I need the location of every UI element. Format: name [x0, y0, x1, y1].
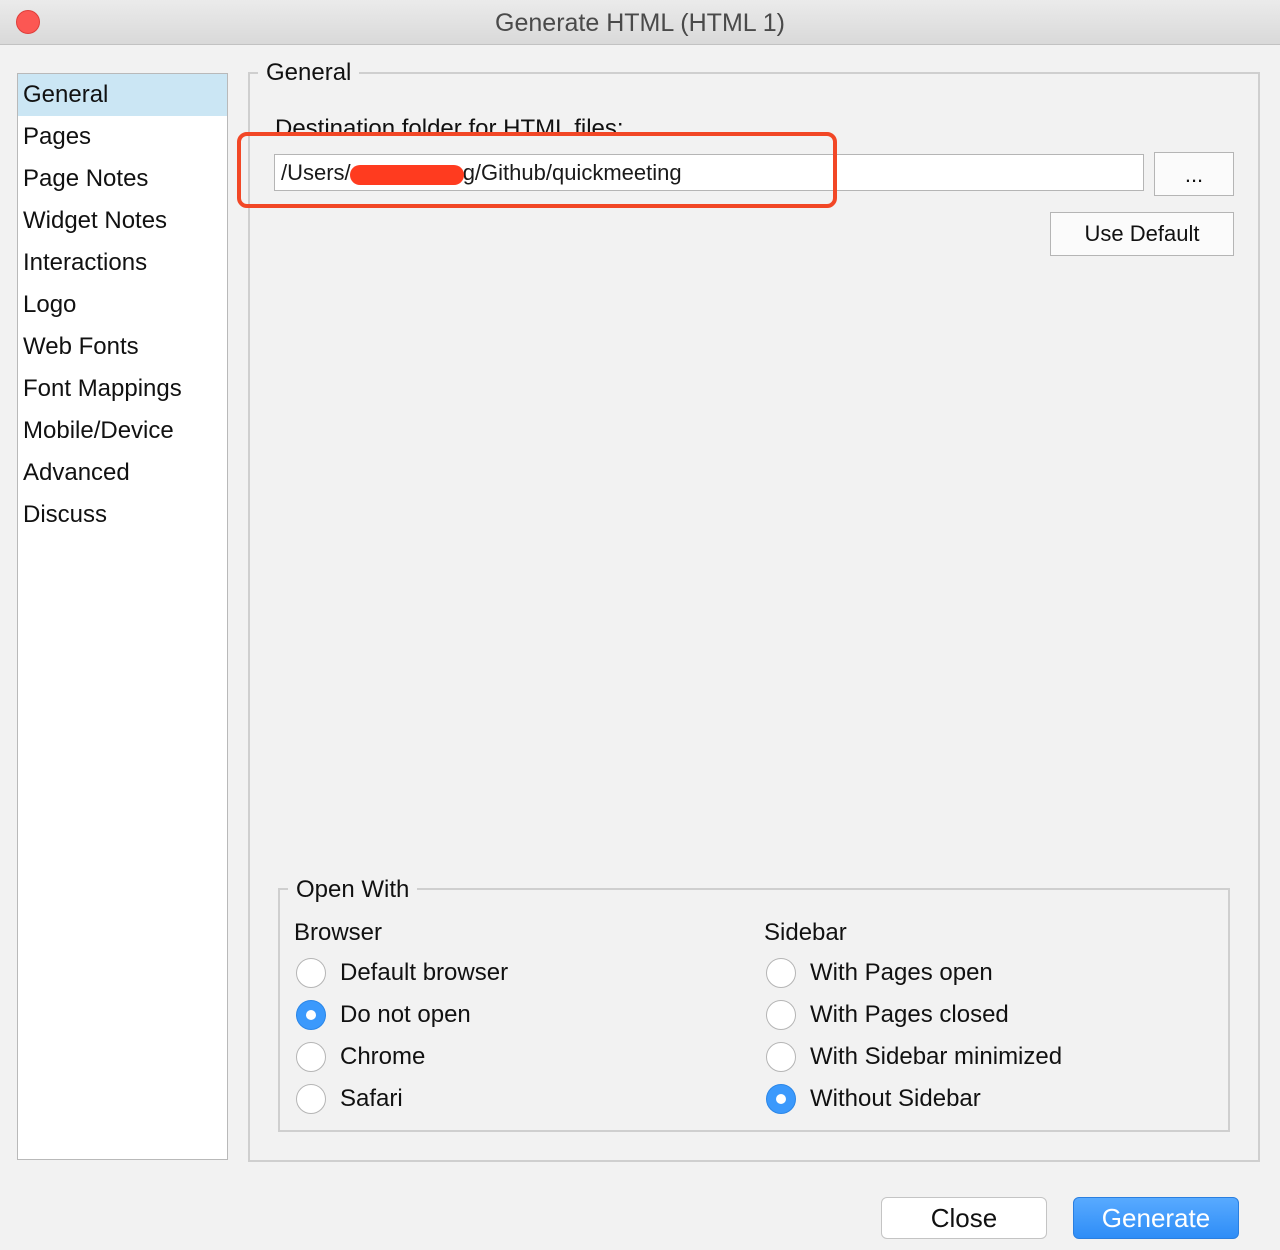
- radio-with-sidebar-minimized[interactable]: With Sidebar minimized: [766, 1040, 1062, 1074]
- use-default-button[interactable]: Use Default: [1050, 212, 1234, 256]
- radio-do-not-open[interactable]: Do not open: [296, 998, 471, 1032]
- radio-safari[interactable]: Safari: [296, 1082, 403, 1116]
- close-button[interactable]: Close: [881, 1197, 1047, 1239]
- sidebar-item-logo[interactable]: Logo: [18, 284, 227, 326]
- sidebar-item-widget-notes[interactable]: Widget Notes: [18, 200, 227, 242]
- sidebar-item-interactions[interactable]: Interactions: [18, 242, 227, 284]
- radio-button-icon[interactable]: [296, 958, 326, 988]
- settings-sidebar: General Pages Page Notes Widget Notes In…: [17, 73, 228, 1160]
- open-with-title: Open With: [288, 876, 418, 904]
- radio-label: Chrome: [340, 1043, 426, 1070]
- sidebar-heading: Sidebar: [764, 919, 847, 946]
- radio-button-checked-icon[interactable]: [766, 1084, 796, 1114]
- dialog-body: General Pages Page Notes Widget Notes In…: [0, 45, 1280, 1250]
- radio-chrome[interactable]: Chrome: [296, 1040, 425, 1074]
- sidebar-item-web-fonts[interactable]: Web Fonts: [18, 326, 227, 368]
- radio-label: Safari: [340, 1085, 403, 1112]
- window-title: Generate HTML (HTML 1): [495, 9, 785, 37]
- radio-button-icon[interactable]: [766, 1042, 796, 1072]
- radio-button-icon[interactable]: [766, 1000, 796, 1030]
- generate-button[interactable]: Generate: [1073, 1197, 1239, 1239]
- radio-without-sidebar[interactable]: Without Sidebar: [766, 1082, 981, 1116]
- radio-button-icon[interactable]: [296, 1084, 326, 1114]
- radio-with-pages-open[interactable]: With Pages open: [766, 956, 993, 990]
- radio-label: With Pages closed: [810, 1001, 1009, 1028]
- radio-default-browser[interactable]: Default browser: [296, 956, 508, 990]
- radio-label: Do not open: [340, 1001, 471, 1028]
- annotation-highlight-box: [237, 132, 837, 208]
- radio-button-icon[interactable]: [296, 1042, 326, 1072]
- sidebar-item-page-notes[interactable]: Page Notes: [18, 158, 227, 200]
- sidebar-item-pages[interactable]: Pages: [18, 116, 227, 158]
- radio-label: Default browser: [340, 959, 509, 986]
- browse-button[interactable]: ...: [1154, 152, 1234, 196]
- general-group-title: General: [258, 59, 360, 87]
- sidebar-item-font-mappings[interactable]: Font Mappings: [18, 368, 227, 410]
- sidebar-item-discuss[interactable]: Discuss: [18, 494, 227, 536]
- radio-label: With Pages open: [810, 959, 993, 986]
- title-bar: Generate HTML (HTML 1): [0, 0, 1280, 45]
- radio-button-icon[interactable]: [766, 958, 796, 988]
- radio-label: Without Sidebar: [810, 1085, 981, 1112]
- radio-button-checked-icon[interactable]: [296, 1000, 326, 1030]
- browser-heading: Browser: [294, 919, 383, 946]
- radio-with-pages-closed[interactable]: With Pages closed: [766, 998, 1009, 1032]
- sidebar-item-advanced[interactable]: Advanced: [18, 452, 227, 494]
- sidebar-item-mobile-device[interactable]: Mobile/Device: [18, 410, 227, 452]
- radio-label: With Sidebar minimized: [810, 1043, 1063, 1070]
- sidebar-item-general[interactable]: General: [18, 74, 227, 116]
